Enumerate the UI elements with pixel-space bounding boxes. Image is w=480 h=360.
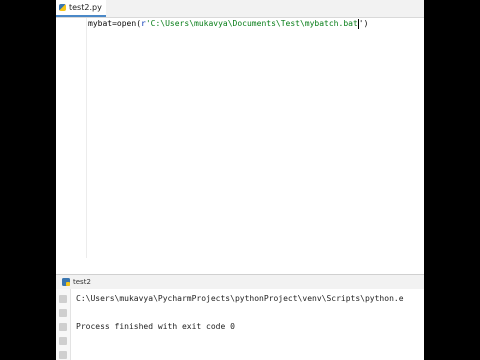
editor-tab-test2-py[interactable]: test2.py — [56, 0, 106, 17]
stop-button[interactable] — [59, 309, 67, 317]
editor-tab-bar: test2.py — [56, 0, 424, 18]
scroll-to-end-button[interactable] — [59, 337, 67, 345]
soft-wrap-button[interactable] — [59, 323, 67, 331]
print-button[interactable] — [59, 351, 67, 359]
run-tab-test2[interactable]: test2 — [62, 275, 91, 289]
run-tool-window-header: test2 — [56, 274, 424, 290]
python-run-icon — [62, 278, 70, 286]
run-tab-label: test2 — [73, 278, 91, 286]
run-toolbar — [56, 289, 71, 360]
code-string-literal: 'C:\Users\mukavya\Documents\Test\mybatch… — [145, 19, 358, 28]
console-command-line: C:\Users\mukavya\PycharmProjects\pythonP… — [76, 294, 404, 303]
editor-tab-label: test2.py — [69, 3, 102, 12]
python-file-icon — [59, 4, 66, 11]
letterbox-left — [0, 0, 56, 360]
code-closing: ') — [358, 19, 369, 28]
console-exit-message: Process finished with exit code 0 — [76, 322, 235, 331]
code-variable: mybat — [88, 19, 113, 28]
ide-window: test2.py mybat=open(r'C:\Users\mukavya\D… — [56, 0, 424, 360]
line-number-gutter — [56, 18, 87, 258]
code-function-call: open( — [116, 19, 142, 28]
code-line-1[interactable]: mybat=open(r'C:\Users\mukavya\Documents\… — [88, 18, 368, 30]
run-console[interactable]: C:\Users\mukavya\PycharmProjects\pythonP… — [71, 289, 424, 360]
rerun-button[interactable] — [59, 295, 67, 303]
letterbox-right — [424, 0, 480, 360]
code-editor[interactable]: mybat=open(r'C:\Users\mukavya\Documents\… — [87, 18, 424, 258]
